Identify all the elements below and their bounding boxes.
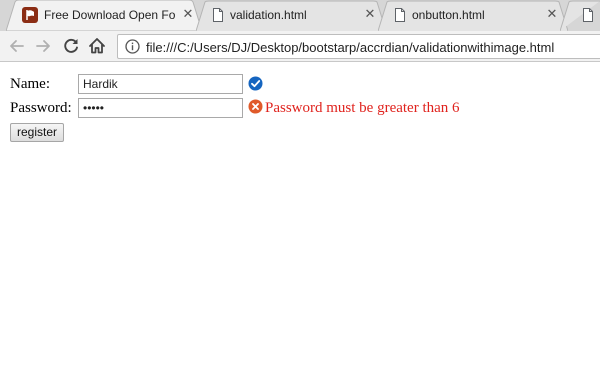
tab-strip: Free Download Open Fo ✕ validation.html … (0, 0, 600, 31)
close-tab-icon[interactable]: ✕ (180, 6, 196, 22)
address-bar[interactable]: file:///C:/Users/DJ/Desktop/bootstarp/ac… (117, 34, 600, 59)
back-arrow-icon[interactable] (6, 35, 28, 57)
tab-title: onbutton.html (412, 8, 485, 22)
password-error-message: Password must be greater than 6 (265, 100, 460, 116)
page-icon (580, 7, 596, 23)
password-label: Password: (10, 100, 72, 116)
tab-validation[interactable]: validation.html ✕ (196, 0, 386, 31)
page-content: Name: Password: Password must be greater… (0, 63, 600, 369)
home-icon[interactable] (86, 35, 108, 57)
forward-arrow-icon[interactable] (32, 35, 54, 57)
info-icon[interactable] (125, 39, 140, 54)
tab-title: Free Download Open Fo (44, 8, 176, 22)
name-input[interactable] (78, 74, 243, 94)
fontawesome-flag-icon (22, 7, 38, 23)
tab-free-download[interactable]: Free Download Open Fo ✕ (6, 0, 202, 31)
page-icon (392, 7, 408, 23)
close-tab-icon[interactable]: ✕ (544, 6, 560, 22)
browser-toolbar: file:///C:/Users/DJ/Desktop/bootstarp/ac… (0, 31, 600, 62)
password-input[interactable] (78, 98, 243, 118)
reload-icon[interactable] (60, 35, 82, 57)
page-icon (210, 7, 226, 23)
tab-title: validation.html (230, 8, 307, 22)
error-x-icon (248, 99, 263, 114)
tab-onbutton[interactable]: onbutton.html ✕ (378, 0, 568, 31)
address-url: file:///C:/Users/DJ/Desktop/bootstarp/ac… (146, 40, 555, 55)
tab-partial[interactable] (560, 0, 600, 31)
close-tab-icon[interactable]: ✕ (362, 6, 378, 22)
valid-check-icon (248, 76, 263, 91)
register-button[interactable]: register (10, 123, 65, 142)
name-label: Name: (10, 76, 50, 92)
